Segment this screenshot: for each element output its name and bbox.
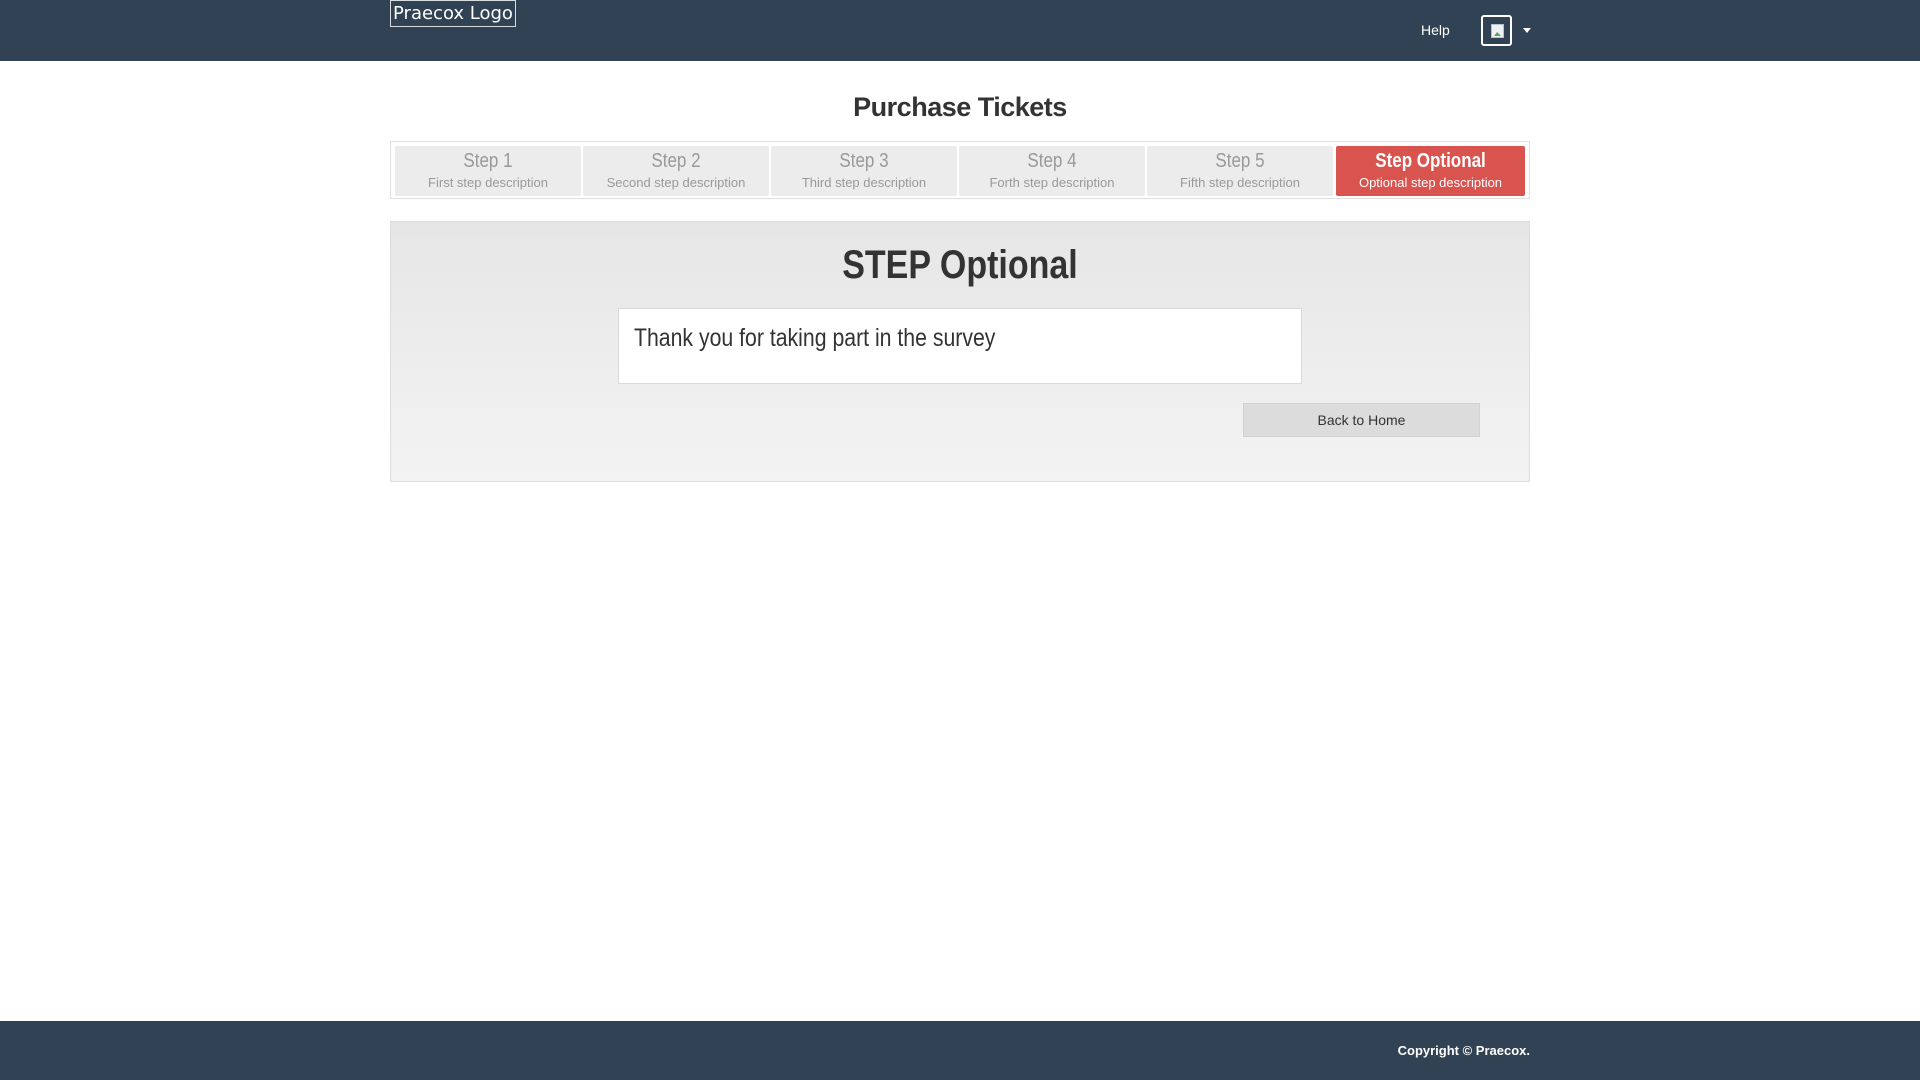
- back-to-home-button[interactable]: Back to Home: [1243, 403, 1480, 437]
- step-title: Step 2: [651, 150, 701, 172]
- step-title: Step 1: [463, 150, 513, 172]
- step-description: Fifth step description: [1180, 175, 1300, 190]
- step-description: Optional step description: [1358, 175, 1503, 190]
- step-title: Step 3: [839, 150, 889, 172]
- message-box: Thank you for taking part in the survey: [618, 308, 1302, 384]
- copyright-text: Copyright © Praecox.: [1397, 1043, 1530, 1058]
- step-4[interactable]: Step 4 Forth step description: [959, 146, 1145, 196]
- step-heading: STEP Optional: [842, 243, 1078, 287]
- step-title: Step 4: [1027, 150, 1077, 172]
- top-navbar: Praecox Logo Help: [0, 0, 1920, 61]
- footer: Copyright © Praecox.: [0, 1021, 1920, 1080]
- step-5[interactable]: Step 5 Fifth step description: [1147, 146, 1333, 196]
- step-description: Second step description: [606, 175, 746, 190]
- thank-you-message: Thank you for taking part in the survey: [634, 324, 996, 352]
- step-wizard: Step 1 First step description Step 2 Sec…: [390, 141, 1530, 199]
- step-title: Step Optional: [1375, 150, 1486, 172]
- step-3[interactable]: Step 3 Third step description: [771, 146, 957, 196]
- step-description: First step description: [428, 175, 548, 190]
- step-title: Step 5: [1215, 150, 1265, 172]
- step-1[interactable]: Step 1 First step description: [395, 146, 581, 196]
- step-content-panel: STEP Optional Thank you for taking part …: [390, 221, 1530, 482]
- step-description: Third step description: [801, 175, 927, 190]
- step-2[interactable]: Step 2 Second step description: [583, 146, 769, 196]
- help-link[interactable]: Help: [1421, 21, 1450, 39]
- page-title: Purchase Tickets: [853, 92, 1067, 122]
- user-menu-toggle[interactable]: [1481, 15, 1531, 46]
- step-optional[interactable]: Step Optional Optional step description: [1336, 146, 1525, 196]
- avatar[interactable]: [1481, 15, 1512, 46]
- logo[interactable]: Praecox Logo: [390, 0, 516, 27]
- caret-down-icon[interactable]: [1523, 28, 1531, 33]
- broken-image-icon: [1491, 24, 1504, 38]
- step-description: Forth step description: [989, 175, 1115, 190]
